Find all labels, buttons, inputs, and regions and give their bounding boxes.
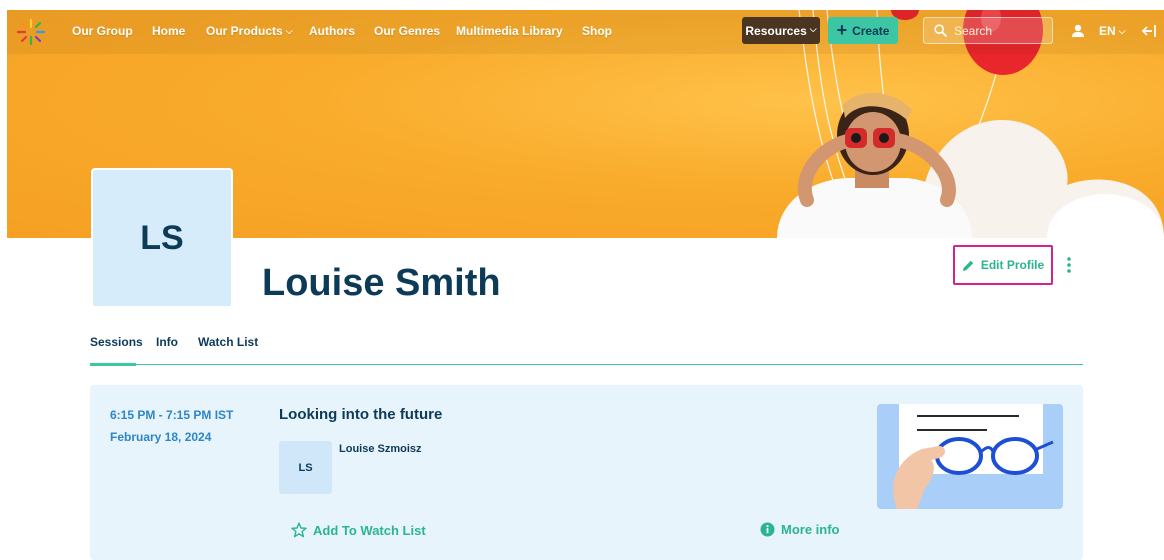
spark-logo[interactable] <box>16 18 46 46</box>
session-title[interactable]: Looking into the future <box>279 406 442 423</box>
nav-our-products-label: Our Products <box>206 24 283 38</box>
star-outline-icon <box>291 522 307 538</box>
resources-label: Resources <box>745 23 807 38</box>
add-to-watch-list-button[interactable]: Add To Watch List <box>291 522 426 538</box>
active-tab-indicator <box>90 363 136 366</box>
tab-info[interactable]: Info <box>156 335 178 349</box>
search-input[interactable] <box>954 23 1034 38</box>
speaker-initials: LS <box>298 461 313 474</box>
chevron-down-icon: ⌵ <box>809 24 817 34</box>
profile-name: Louise Smith <box>262 262 501 304</box>
nav-authors[interactable]: Authors <box>309 24 355 38</box>
speaker-name[interactable]: Louise Szmoisz <box>339 443 422 455</box>
more-info-button[interactable]: More info <box>760 522 840 537</box>
tab-sessions[interactable]: Sessions <box>90 335 143 349</box>
create-label: Create <box>852 23 890 38</box>
more-info-label: More info <box>781 522 840 537</box>
profile-avatar: LS <box>91 168 233 308</box>
nav-home[interactable]: Home <box>152 24 185 38</box>
nav-multimedia-library[interactable]: Multimedia Library <box>456 24 563 38</box>
plus-icon: + <box>836 19 848 40</box>
edit-profile-label: Edit Profile <box>980 258 1045 272</box>
profile-initials: LS <box>140 218 184 257</box>
nav-our-genres[interactable]: Our Genres <box>374 24 440 38</box>
language-selector[interactable]: EN ⌵ <box>1099 24 1126 38</box>
top-navigation: Our Group Home Our Products ⌵ Authors Our… <box>7 10 1164 54</box>
tab-watch-list[interactable]: Watch List <box>198 335 258 349</box>
create-button[interactable]: + Create <box>828 17 898 44</box>
logout-icon[interactable] <box>1141 23 1157 39</box>
user-icon[interactable] <box>1071 24 1085 38</box>
search-box <box>923 17 1053 44</box>
pencil-icon <box>962 260 974 271</box>
session-date: February 18, 2024 <box>110 430 212 444</box>
session-time: 6:15 PM - 7:15 PM IST <box>110 408 234 422</box>
speaker-avatar[interactable]: LS <box>279 441 332 494</box>
language-label: EN <box>1099 24 1116 38</box>
session-thumbnail[interactable] <box>877 404 1063 509</box>
nav-our-group[interactable]: Our Group <box>72 24 133 38</box>
more-options-icon[interactable] <box>1064 256 1074 274</box>
chevron-down-icon: ⌵ <box>285 26 293 36</box>
session-card: 6:15 PM - 7:15 PM IST February 18, 2024 … <box>90 385 1083 560</box>
nav-shop[interactable]: Shop <box>582 24 612 38</box>
chevron-down-icon: ⌵ <box>1118 26 1126 36</box>
nav-our-products[interactable]: Our Products ⌵ <box>206 24 293 38</box>
info-icon <box>760 522 775 537</box>
resources-dropdown-button[interactable]: Resources ⌵ <box>742 17 820 44</box>
profile-tabs: Sessions Info Watch List <box>90 330 1083 366</box>
edit-profile-button[interactable]: Edit Profile <box>953 245 1053 285</box>
search-icon <box>934 24 947 37</box>
watch-list-label: Add To Watch List <box>313 522 426 538</box>
